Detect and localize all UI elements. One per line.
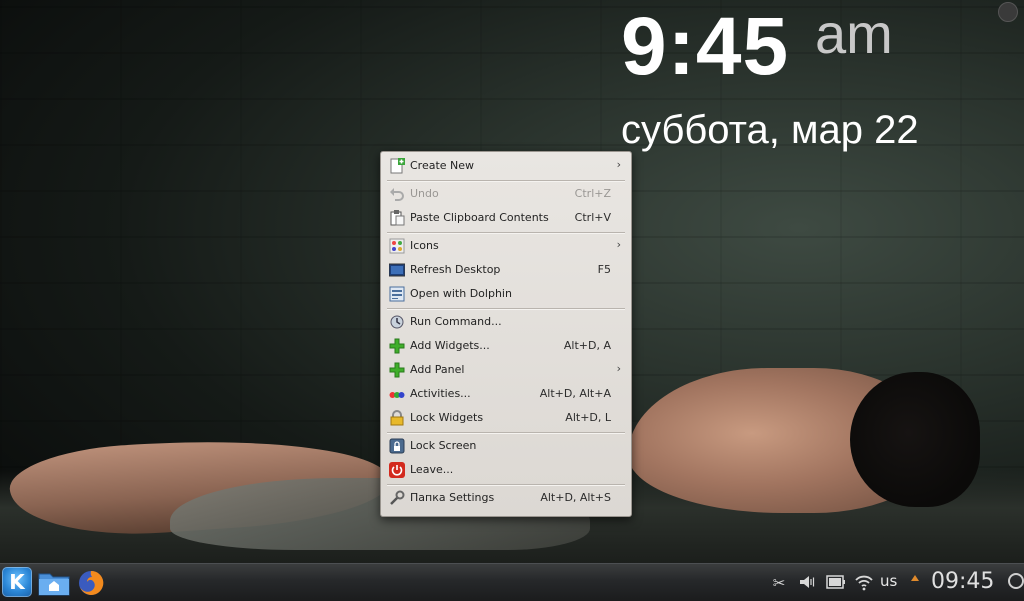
desktop-clock-time: 9:45 bbox=[621, 1, 790, 92]
desktop-clock-ampm: am bbox=[815, 2, 893, 65]
dolphin-launcher-icon[interactable] bbox=[38, 570, 70, 596]
network-tools-icon[interactable]: ✂ bbox=[769, 573, 789, 593]
tray-expand-arrow-icon[interactable] bbox=[911, 575, 919, 581]
volume-icon[interactable] bbox=[797, 573, 817, 593]
menu-item-run-command[interactable]: Run Command... bbox=[383, 311, 629, 334]
undo-icon bbox=[389, 186, 405, 202]
menu-separator bbox=[387, 432, 625, 433]
menu-item-open-with-dolphin[interactable]: Open with Dolphin bbox=[383, 283, 629, 306]
submenu-arrow-icon: › bbox=[616, 362, 621, 375]
menu-item-paste[interactable]: Paste Clipboard Contents Ctrl+V bbox=[383, 207, 629, 230]
menu-item-icons[interactable]: Icons › bbox=[383, 235, 629, 258]
battery-icon[interactable] bbox=[826, 573, 846, 593]
menu-item-add-panel[interactable]: Add Panel › bbox=[383, 359, 629, 382]
menu-separator bbox=[387, 484, 625, 485]
desktop-clock-date: суббота, мар 22 bbox=[621, 108, 919, 152]
paste-icon bbox=[389, 210, 405, 226]
panel-toolbox-icon[interactable] bbox=[1008, 573, 1024, 589]
menu-item-lock-widgets[interactable]: Lock Widgets Alt+D, L bbox=[383, 407, 629, 430]
desktop-toolbox-button[interactable] bbox=[998, 2, 1018, 22]
menu-item-leave[interactable]: Leave... bbox=[383, 459, 629, 482]
keyboard-layout-indicator[interactable]: us bbox=[880, 572, 897, 590]
add-icon bbox=[389, 362, 405, 378]
add-icon bbox=[389, 338, 405, 354]
bottom-panel: K ✂ us 09:45 bbox=[0, 563, 1024, 601]
firefox-launcher-icon[interactable] bbox=[77, 569, 105, 597]
menu-item-refresh-desktop[interactable]: Refresh Desktop F5 bbox=[383, 259, 629, 282]
refresh-desktop-icon bbox=[388, 262, 406, 278]
application-launcher-button[interactable]: K bbox=[2, 567, 32, 597]
desktop-context-menu: Create New › Undo Ctrl+Z Paste Clipboard… bbox=[380, 151, 632, 517]
menu-item-lock-screen[interactable]: Lock Screen bbox=[383, 435, 629, 458]
menu-item-settings[interactable]: Папка Settings Alt+D, Alt+S bbox=[383, 487, 629, 510]
panel-clock[interactable]: 09:45 bbox=[931, 569, 994, 594]
menu-separator bbox=[387, 308, 625, 309]
menu-item-create-new[interactable]: Create New › bbox=[383, 155, 629, 178]
menu-item-activities[interactable]: Activities... Alt+D, Alt+A bbox=[383, 383, 629, 406]
menu-separator bbox=[387, 232, 625, 233]
run-command-icon bbox=[389, 314, 405, 330]
lock-icon bbox=[389, 410, 405, 426]
lock-screen-icon bbox=[389, 438, 405, 454]
icons-icon bbox=[389, 238, 405, 254]
menu-item-undo: Undo Ctrl+Z bbox=[383, 183, 629, 206]
wallpaper-figure-hair bbox=[850, 372, 980, 507]
document-new-icon bbox=[389, 158, 405, 174]
submenu-arrow-icon: › bbox=[616, 238, 621, 251]
activities-icon bbox=[389, 386, 405, 402]
submenu-arrow-icon: › bbox=[616, 158, 621, 171]
wifi-icon[interactable] bbox=[854, 573, 874, 593]
power-icon bbox=[389, 462, 405, 478]
menu-separator bbox=[387, 180, 625, 181]
menu-item-add-widgets[interactable]: Add Widgets... Alt+D, A bbox=[383, 335, 629, 358]
settings-icon bbox=[389, 490, 405, 506]
dolphin-icon bbox=[389, 286, 405, 302]
